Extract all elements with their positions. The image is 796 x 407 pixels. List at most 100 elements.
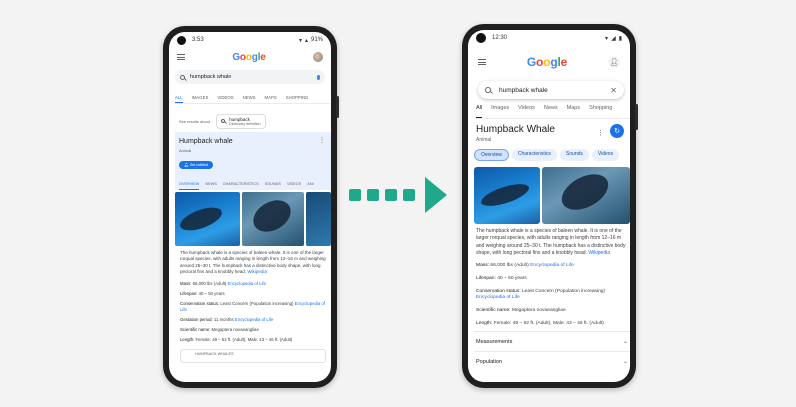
- signal-icon: ▴: [304, 37, 308, 44]
- status-time: 12:30: [492, 35, 508, 41]
- power-button: [336, 96, 339, 118]
- camera-cutout: [177, 35, 186, 45]
- battery-level: 91%: [310, 37, 323, 43]
- whale-photo[interactable]: [306, 192, 331, 246]
- image-strip: [175, 192, 331, 246]
- microphone-icon[interactable]: [317, 74, 320, 80]
- tab-images[interactable]: IMAGES: [192, 92, 209, 103]
- chevron-down-icon: ⌄: [622, 359, 628, 366]
- google-logo: Google: [526, 55, 568, 69]
- tab-news[interactable]: NEWS: [243, 92, 256, 103]
- account-icon[interactable]: 👤︎: [608, 56, 620, 68]
- knowledge-panel: Humpback whale ⋮ Animal 🔔︎ Get notified …: [175, 132, 331, 382]
- share-icon[interactable]: ↻: [610, 124, 624, 138]
- chevron-down-icon: ⌄: [622, 339, 628, 346]
- kp-tab-news[interactable]: NEWS: [205, 182, 216, 190]
- kp-tab-animals[interactable]: ANI: [307, 182, 313, 190]
- kp-tabs: OVERVIEW NEWS CHARACTERISTICS SOUNDS VID…: [179, 182, 314, 190]
- tab-news[interactable]: News: [544, 105, 558, 118]
- search-tabs: ALL IMAGES VIDEOS NEWS MAPS SHOPPING: [175, 92, 331, 104]
- comparison-stage: 3:53 ▾ ▴ 91% Google humpback whale ALL I…: [0, 0, 796, 407]
- arrow-dash: [349, 189, 361, 201]
- chip-sounds[interactable]: Sounds: [559, 149, 589, 161]
- tab-maps[interactable]: MAPS: [265, 92, 277, 103]
- tab-videos[interactable]: Videos: [518, 105, 535, 118]
- tab-shopping[interactable]: Shopping: [589, 105, 612, 118]
- tab-images[interactable]: Images: [491, 105, 509, 118]
- kp-tab-characteristics[interactable]: CHARACTERISTICS: [223, 182, 259, 190]
- chip-overview[interactable]: Overview: [474, 149, 509, 161]
- avatar[interactable]: [312, 52, 323, 62]
- fact-label: Mass:: [180, 281, 192, 287]
- fact-row: Length: Female: 49 – 52 ft. (Adult), Mal…: [175, 335, 331, 345]
- new-design-screen: 12:30 ▾ ◢ ▮ Google 👤︎ humpback whale ✕ A…: [468, 30, 630, 382]
- get-notified-button[interactable]: 🔔︎ Get notified: [179, 161, 213, 169]
- see-results-row: See results about humpback Dictionary de…: [179, 112, 289, 130]
- new-design-phone: 12:30 ▾ ◢ ▮ Google 👤︎ humpback whale ✕ A…: [462, 24, 638, 388]
- fact-row: Scientific name: Megaptera novaeangliae: [175, 325, 331, 335]
- more-options-icon[interactable]: ⋮: [319, 137, 325, 144]
- see-results-label: See results about: [179, 118, 211, 124]
- tab-all[interactable]: All: [476, 105, 483, 118]
- transition-arrow: [349, 177, 447, 213]
- more-options-icon[interactable]: ⋮: [597, 129, 604, 137]
- tab-shopping[interactable]: SHOPPING: [286, 92, 309, 103]
- kp-subtitle: Animal: [179, 148, 192, 153]
- tab-maps[interactable]: Maps: [567, 105, 580, 118]
- population-accordion[interactable]: Population ⌄: [474, 351, 630, 371]
- search-input[interactable]: humpback whale: [175, 70, 325, 84]
- fact-value: 40 – 50 years: [495, 275, 527, 281]
- arrow-dash: [367, 189, 379, 201]
- image-strip: [474, 167, 630, 224]
- fact-label: Conservation status:: [180, 301, 220, 307]
- description: The humpback whale is a species of balee…: [476, 228, 626, 256]
- measurements-accordion[interactable]: Measurements ⌄: [474, 331, 630, 351]
- chip-videos[interactable]: Videos: [591, 149, 620, 161]
- wifi-icon: ▾: [298, 37, 302, 44]
- fact-row: Mass: 66,000 lbs (Adult) Encyclopedia of…: [474, 261, 630, 272]
- fact-label: Lifespan:: [180, 291, 198, 297]
- facts-list: Mass: 66,000 lbs (Adult) Encyclopedia of…: [175, 279, 331, 345]
- whale-photo[interactable]: [474, 167, 540, 224]
- source-link[interactable]: Encyclopedia of Life: [228, 281, 266, 286]
- search-icon: [485, 87, 491, 93]
- kp-title: Humpback Whale: [476, 124, 555, 135]
- clear-icon[interactable]: ✕: [610, 86, 617, 95]
- chip-characteristics[interactable]: Characteristics: [511, 149, 557, 161]
- fact-label: Length:: [476, 320, 493, 326]
- fact-value: 66,000 lbs (Adult): [489, 263, 531, 269]
- wikipedia-link[interactable]: Wikipedia: [588, 250, 610, 256]
- kp-tab-overview[interactable]: OVERVIEW: [179, 182, 200, 190]
- fact-value: Female: 49 – 52 ft. (Adult), Male: 43 – …: [492, 320, 604, 326]
- arrow-dash: [403, 189, 415, 201]
- kp-chips: Overview Characteristics Sounds Videos: [474, 149, 630, 161]
- source-link[interactable]: Encyclopedia of Life: [476, 295, 520, 300]
- source-link[interactable]: Encyclopedia of Life: [530, 263, 574, 268]
- whale-photo[interactable]: [175, 192, 241, 246]
- fact-row: Lifespan: 40 – 50 years: [175, 289, 331, 299]
- kp-tab-sounds[interactable]: SOUNDS: [265, 182, 281, 190]
- tab-all[interactable]: ALL: [175, 92, 183, 103]
- kp-tab-videos[interactable]: VIDEOS: [287, 182, 301, 190]
- fact-label: Mass:: [476, 263, 490, 269]
- related-card[interactable]: HUMPBACK WHALES: [180, 349, 326, 364]
- whale-photo[interactable]: [242, 192, 305, 246]
- wifi-icon: ▾: [605, 35, 609, 42]
- menu-icon[interactable]: [478, 59, 486, 65]
- knowledge-panel-header: Humpback whale ⋮ Animal 🔔︎ Get notified …: [175, 132, 331, 190]
- tab-videos[interactable]: VIDEOS: [217, 92, 233, 103]
- kp-header: Humpback Whale Animal ⋮ ↻: [474, 124, 630, 143]
- whale-photo[interactable]: [542, 167, 630, 224]
- search-input[interactable]: humpback whale ✕: [478, 81, 624, 99]
- wikipedia-link[interactable]: Wikipedia: [247, 269, 267, 274]
- fact-row: Lifespan: 40 – 50 years: [474, 274, 630, 285]
- source-link[interactable]: Encyclopedia of Life: [235, 317, 273, 322]
- fact-value: 40 – 50 years: [197, 291, 225, 297]
- dictionary-chip[interactable]: humpback Dictionary definition: [216, 113, 266, 129]
- fact-label: Length:: [180, 337, 195, 343]
- menu-icon[interactable]: [177, 54, 185, 60]
- app-header: Google 👤︎: [468, 48, 630, 76]
- fact-value: Least Concern (Population increasing): [219, 301, 295, 307]
- facts-list: Mass: 66,000 lbs (Adult) Encyclopedia of…: [474, 261, 630, 329]
- fact-value: 66,000 lbs (Adult): [191, 281, 228, 287]
